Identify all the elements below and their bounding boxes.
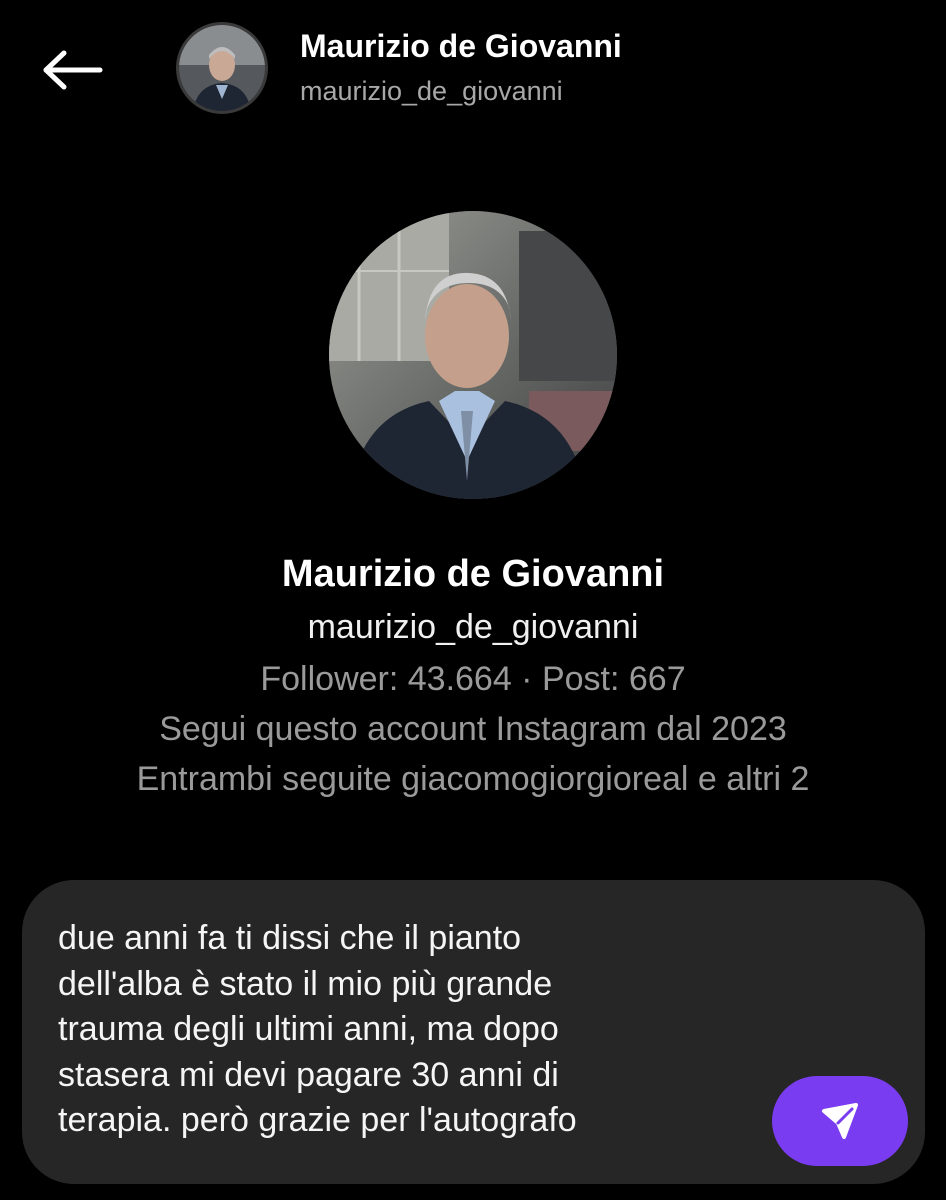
arrow-left-icon	[43, 50, 103, 90]
send-button[interactable]	[772, 1076, 908, 1166]
chat-profile-screen: Maurizio de Giovanni maurizio_de_giovann…	[0, 0, 946, 1200]
avatar-photo	[179, 25, 265, 111]
header-avatar[interactable]	[176, 22, 268, 114]
mutual-followers[interactable]: Entrambi seguite giacomogiorgioreal e al…	[0, 754, 946, 804]
follow-since: Segui questo account Instagram dal 2023	[159, 710, 787, 748]
back-button[interactable]	[36, 38, 108, 102]
header-name[interactable]: Maurizio de Giovanni	[300, 28, 622, 65]
header-handle: maurizio_de_giovanni	[300, 76, 563, 106]
profile-info: Maurizio de Giovanni maurizio_de_giovann…	[0, 548, 946, 804]
profile-name: Maurizio de Giovanni	[281, 553, 665, 595]
profile-handle: maurizio_de_giovanni	[307, 608, 639, 646]
profile-avatar[interactable]	[329, 211, 617, 499]
message-input[interactable]: due anni fa ti dissi che il pianto dell'…	[58, 916, 758, 1144]
profile-stats: Follower: 43.664 · Post: 667	[260, 660, 686, 698]
profile-photo	[329, 211, 617, 499]
send-icon	[822, 1103, 858, 1139]
